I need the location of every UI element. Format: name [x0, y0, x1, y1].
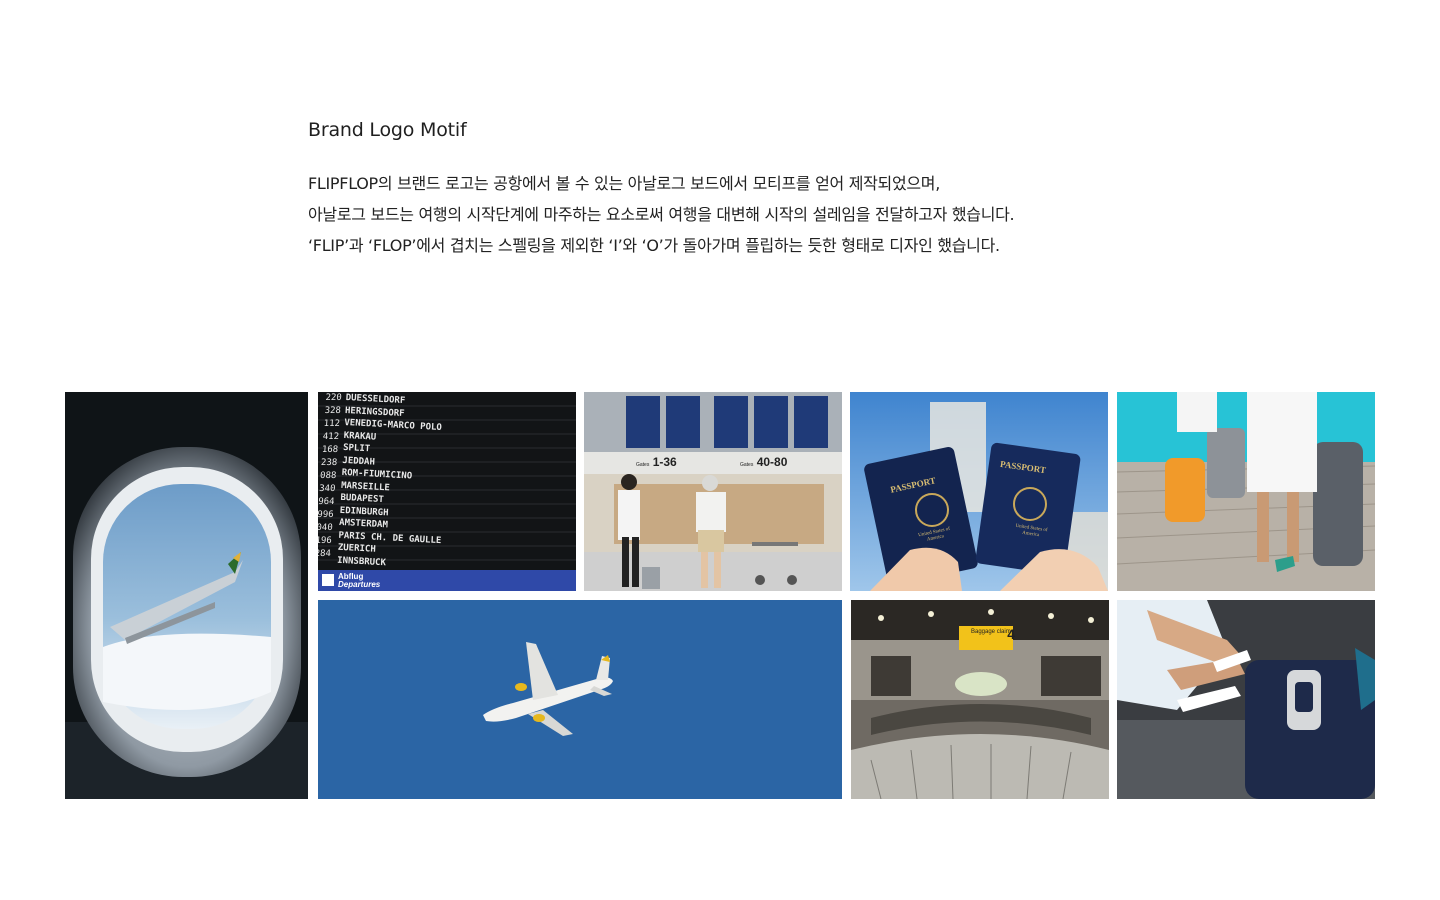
- board-cities: DUESSELDORF HERINGSDORF VENEDIG-MARCO POLO…: [336, 392, 443, 568]
- photo-legs-suitcase: [1117, 600, 1375, 799]
- photo-departure-board: 220 328 112 412 168 238 088 340 964 996 040 196 284 …: [318, 392, 576, 591]
- description-line-3: ‘FLIP’과 ‘FLOP’에서 겹치는 스펠링을 제외한 ‘I’와 ‘O’가 …: [308, 236, 1000, 255]
- photo-baggage-claim: Baggage claim 4: [851, 600, 1109, 799]
- description-line-1: FLIPFLOP의 브랜드 로고는 공항에서 볼 수 있는 아날로그 보드에서 …: [308, 174, 941, 193]
- brand-logo-motif-section: Brand Logo Motif FLIPFLOP의 브랜드 로고는 공항에서 …: [308, 118, 1208, 261]
- photo-suitcases-boardwalk: [1117, 392, 1375, 591]
- photo-passports: PASSPORT PASSPORT United States of Ameri…: [850, 392, 1108, 591]
- baggage-sign: Baggage claim 4: [971, 626, 1015, 642]
- description-line-2: 아날로그 보드는 여행의 시작단계에 마주하는 요소로써 여행을 대변해 시작의…: [308, 205, 1015, 224]
- photo-terminal-travellers: Gates 1-36 Gates 40-80: [584, 392, 842, 591]
- board-sign: Abflug Departures: [338, 572, 381, 589]
- gates-word-right: Gates: [740, 462, 754, 468]
- section-title: Brand Logo Motif: [308, 119, 467, 141]
- gate-sign-left: Gates 1-36: [636, 455, 677, 469]
- photo-airplane-window: [65, 392, 308, 799]
- photo-airplane-sky: [318, 600, 842, 799]
- gates-word-left: Gates: [636, 462, 650, 468]
- section-description: FLIPFLOP의 브랜드 로고는 공항에서 볼 수 있는 아날로그 보드에서 …: [308, 168, 1208, 261]
- gate-sign-right: Gates 40-80: [740, 455, 788, 469]
